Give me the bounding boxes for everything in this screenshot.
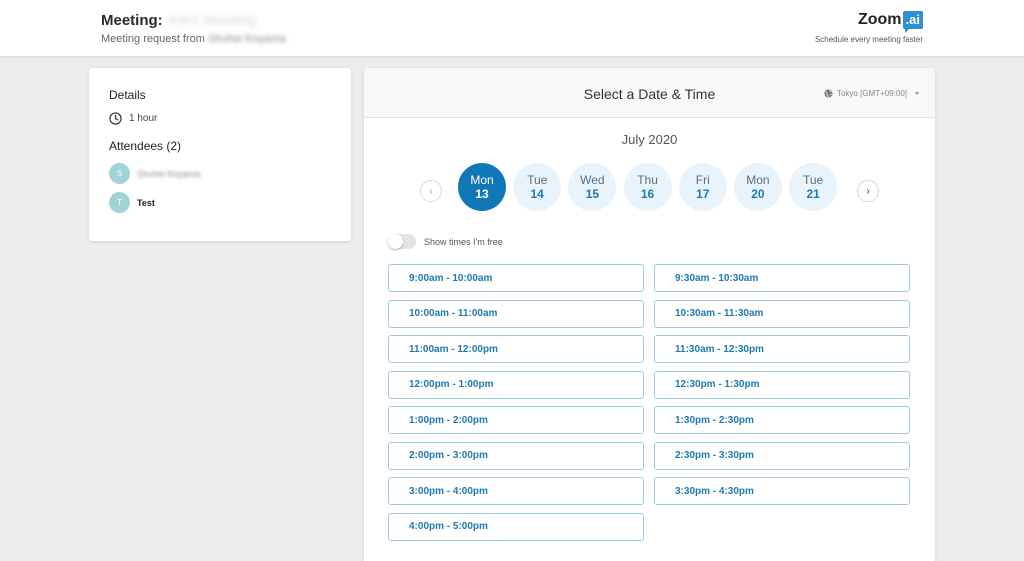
duration-text: 1 hour <box>129 113 158 124</box>
time-slot[interactable]: 12:30pm - 1:30pm <box>654 370 910 399</box>
day-thu-16[interactable]: Thu 16 <box>623 163 672 211</box>
prev-week-button[interactable]: ‹ <box>420 180 442 202</box>
meeting-request-line: Meeting request from Shuhei Koyama <box>101 33 286 45</box>
time-slot[interactable]: 3:30pm - 4:30pm <box>654 477 910 505</box>
attendees-heading: Attendees (2) <box>109 139 182 153</box>
time-slot[interactable]: 2:00pm - 3:00pm <box>388 441 644 470</box>
day-of-week: Tue <box>803 172 824 187</box>
attendee-item: T Test <box>109 192 155 213</box>
day-of-week: Fri <box>695 172 710 187</box>
attendee-name: Shuhei Koyama <box>137 168 201 179</box>
day-of-week: Mon <box>470 172 494 187</box>
brand-tagline: Schedule every meeting faster <box>814 35 923 44</box>
day-number: 13 <box>475 186 489 201</box>
time-slot[interactable]: 4:00pm - 5:00pm <box>388 512 644 541</box>
day-number: 14 <box>530 186 544 201</box>
day-number: 15 <box>585 186 600 201</box>
day-number: 20 <box>751 186 765 201</box>
day-number: 21 <box>806 186 820 201</box>
time-slot[interactable]: 3:00pm - 4:00pm <box>388 477 644 505</box>
time-slot[interactable]: 11:30am - 12:30pm <box>654 335 910 363</box>
brand-name: Zoom <box>857 11 902 28</box>
scheduler-header: Select a Date & Time Tokyo [GMT+09:00] <box>364 68 935 118</box>
avatar: T <box>109 192 130 213</box>
details-heading: Details <box>109 88 146 102</box>
day-wed-15[interactable]: Wed 15 <box>568 163 617 211</box>
brand-logo[interactable]: Zoom .ai <box>857 11 923 33</box>
day-mon-20[interactable]: Mon 20 <box>733 163 782 211</box>
details-card: Details 1 hour Attendees (2) S Shuhei Ko… <box>89 68 351 241</box>
timezone-label: Tokyo [GMT+09:00] <box>836 89 907 98</box>
time-slot[interactable]: 9:30am - 10:30am <box>654 264 910 292</box>
time-slot[interactable]: 9:00am - 10:00am <box>388 264 644 292</box>
day-tue-21[interactable]: Tue 21 <box>789 163 838 211</box>
day-of-week: Thu <box>637 172 658 187</box>
globe-icon <box>824 89 833 98</box>
meeting-label: Meeting: <box>101 12 163 29</box>
day-picker: Mon 13 Tue 14 Wed 15 Thu 16 Fri 17 Mon 2… <box>458 163 844 211</box>
time-slot[interactable]: 1:00pm - 2:00pm <box>388 406 644 434</box>
show-free-times-row: Show times I'm free <box>388 234 503 249</box>
month-label: July 2020 <box>621 132 678 147</box>
meeting-name: Intro Meeting <box>168 12 257 29</box>
time-slot[interactable]: 11:00am - 12:00pm <box>388 335 644 363</box>
time-slot[interactable]: 1:30pm - 2:30pm <box>654 406 910 434</box>
clock-icon <box>109 112 122 125</box>
day-of-week: Wed <box>580 172 605 187</box>
avatar: S <box>109 163 130 184</box>
time-slot[interactable]: 10:30am - 11:30am <box>654 299 910 328</box>
attendee-item: S Shuhei Koyama <box>109 163 201 184</box>
time-slot[interactable]: 12:00pm - 1:00pm <box>388 370 644 399</box>
day-number: 16 <box>640 186 655 201</box>
next-week-button[interactable]: › <box>857 180 879 202</box>
toggle-knob <box>388 234 403 249</box>
scheduler-card: Select a Date & Time Tokyo [GMT+09:00] J… <box>364 68 935 561</box>
request-prefix: Meeting request from <box>101 33 205 45</box>
day-of-week: Tue <box>527 172 548 187</box>
day-fri-17[interactable]: Fri 17 <box>678 163 727 211</box>
brand-badge: .ai <box>902 11 923 33</box>
requester-name: Shuhei Koyama <box>207 33 286 45</box>
day-number: 17 <box>696 186 710 201</box>
day-of-week: Mon <box>746 172 770 187</box>
show-free-times-label: Show times I'm free <box>424 236 503 247</box>
attendee-name: Test <box>137 197 155 208</box>
day-mon-13[interactable]: Mon 13 <box>458 163 506 211</box>
meeting-title: Meeting: Intro Meeting <box>101 12 256 29</box>
show-free-times-toggle[interactable] <box>388 234 416 249</box>
timezone-select[interactable]: Tokyo [GMT+09:00] <box>824 89 919 98</box>
duration-row: 1 hour <box>109 112 157 125</box>
brand: Zoom .ai Schedule every meeting faster <box>783 11 923 44</box>
time-slot[interactable]: 10:00am - 11:00am <box>388 299 644 328</box>
caret-down-icon <box>915 92 919 95</box>
day-tue-14[interactable]: Tue 14 <box>513 163 562 211</box>
top-bar: Meeting: Intro Meeting Meeting request fr… <box>0 0 1024 57</box>
time-slot[interactable]: 2:30pm - 3:30pm <box>654 441 910 470</box>
